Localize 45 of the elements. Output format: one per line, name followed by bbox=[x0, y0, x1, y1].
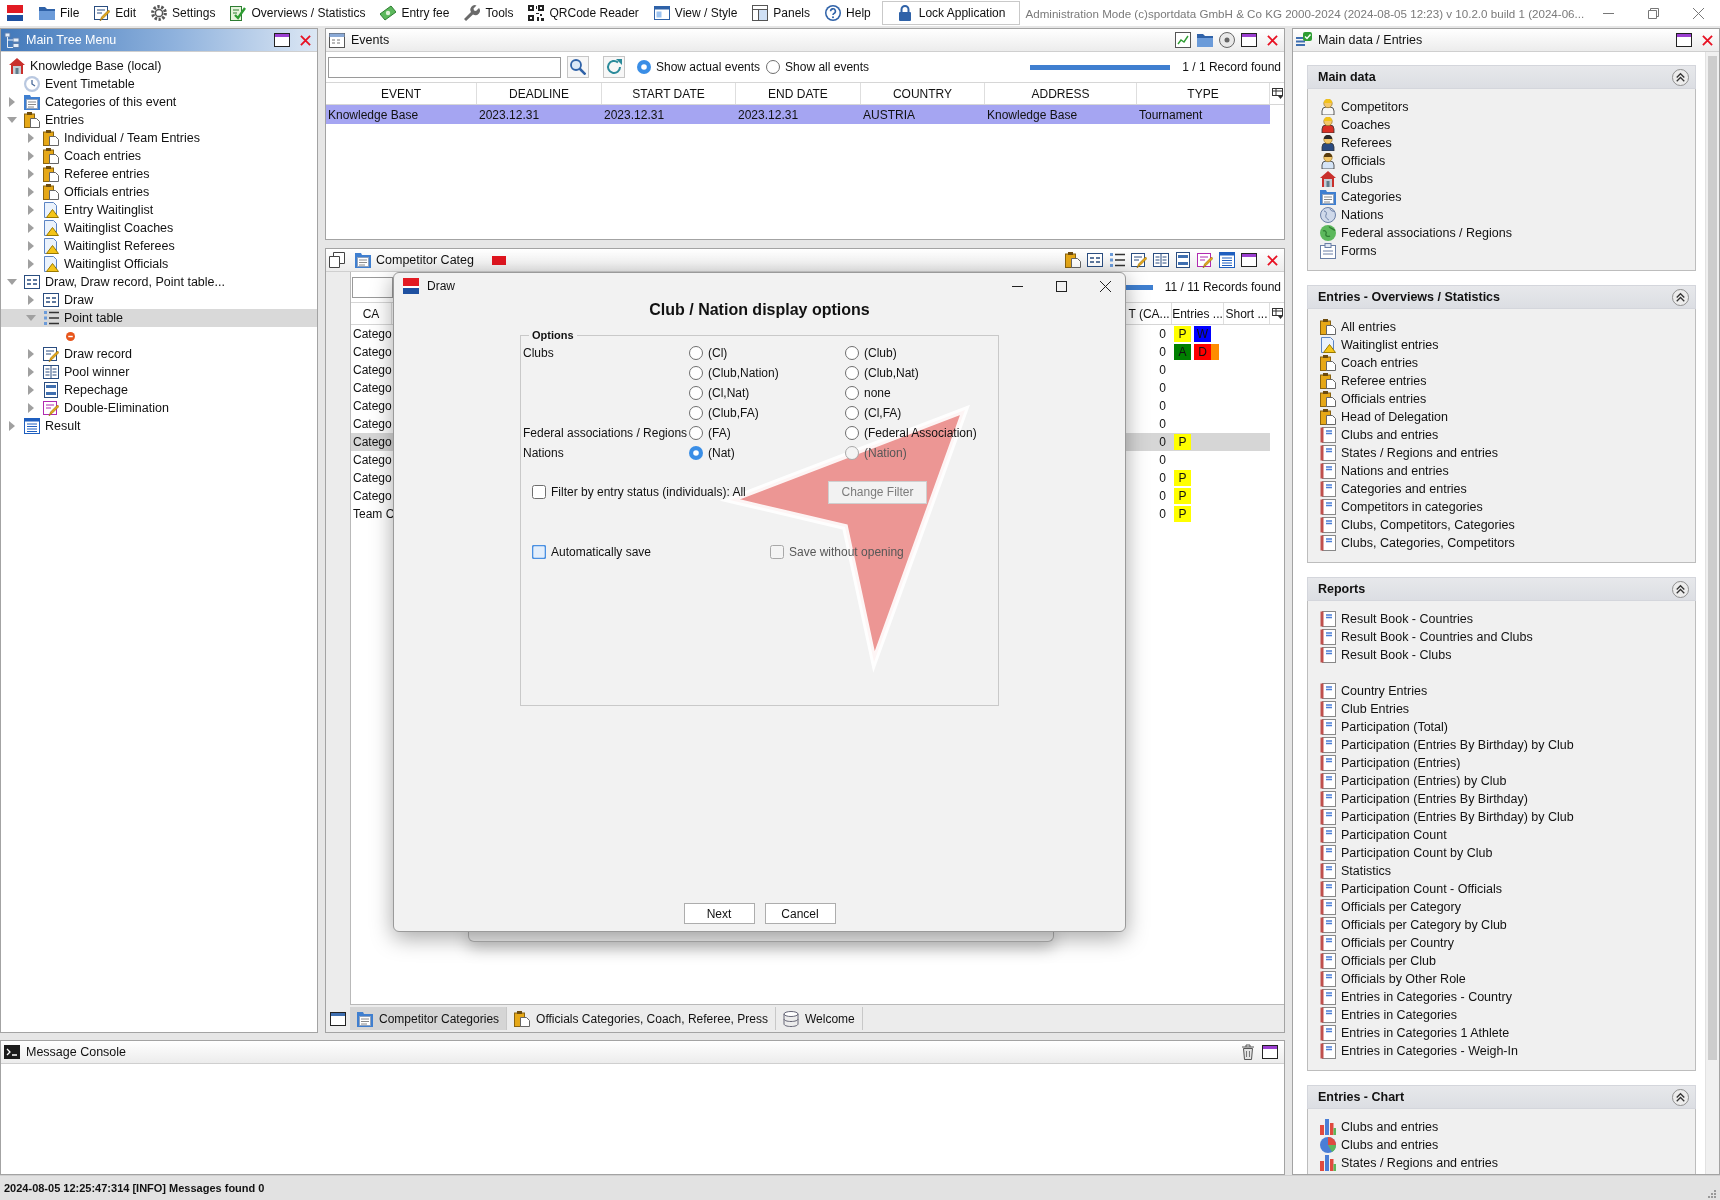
status-badge: D bbox=[1194, 344, 1211, 360]
status-badge: P bbox=[1174, 470, 1191, 486]
option-label: Nations bbox=[523, 446, 565, 460]
record-count: 1 / 1 Record found bbox=[1182, 60, 1282, 74]
section-title: Entries - Overviews / Statistics bbox=[1318, 290, 1501, 304]
table-cell-text: 0 bbox=[1158, 488, 1167, 505]
status-badge: P bbox=[1174, 434, 1191, 450]
table-cell-text: Knowledge Base bbox=[986, 106, 1079, 124]
record-count: 11 / 11 Records found bbox=[1164, 280, 1282, 294]
status-badge: W bbox=[1194, 326, 1211, 342]
panel-title: Main Tree Menu bbox=[26, 33, 117, 47]
panel-title: Main data / Entries bbox=[1318, 33, 1423, 47]
table-cell-text: Catego bbox=[352, 470, 392, 487]
dialog-title: Draw bbox=[427, 279, 455, 293]
group-title: Options bbox=[531, 329, 575, 341]
table-cell-text: Catego bbox=[352, 326, 392, 343]
table-cell-text: 0 bbox=[1158, 506, 1167, 523]
table-cell-text: 0 bbox=[1158, 344, 1167, 361]
status-badge: P bbox=[1174, 326, 1191, 342]
status-badge: P bbox=[1174, 488, 1191, 504]
table-cell-text: Catego bbox=[352, 344, 392, 361]
table-cell-text: 0 bbox=[1158, 470, 1167, 487]
table-cell-text: Catego bbox=[352, 488, 392, 505]
table-cell-text: Catego bbox=[352, 434, 392, 451]
table-cell-text: Knowledge Base bbox=[327, 106, 420, 124]
table-cell-text: AUSTRIA bbox=[862, 106, 916, 124]
panel-title: Message Console bbox=[26, 1045, 127, 1059]
table-cell-text: 2023.12.31 bbox=[737, 106, 800, 124]
table-cell-text: Team C bbox=[352, 506, 392, 523]
status-badge: P bbox=[1174, 506, 1191, 522]
section-title: Entries - Chart bbox=[1318, 1090, 1405, 1104]
table-cell-text: Tournament bbox=[1138, 106, 1204, 124]
table-cell-text: 2023.12.31 bbox=[603, 106, 666, 124]
table-cell-text: 0 bbox=[1158, 326, 1167, 343]
dialog-heading: Club / Nation display options bbox=[648, 300, 871, 320]
status-text: 2024-08-05 12:25:47:314 [INFO] Messages found 0 bbox=[4, 1182, 265, 1194]
panel-title: Events bbox=[351, 33, 390, 47]
section-title: Reports bbox=[1318, 582, 1366, 596]
status-badge: A bbox=[1174, 344, 1191, 360]
option-label: Federal associations / Regions bbox=[523, 426, 689, 440]
option-label: Clubs bbox=[523, 346, 555, 360]
table-cell-text: 2023.12.31 bbox=[478, 106, 541, 124]
table-cell-text: 0 bbox=[1158, 434, 1167, 451]
section-title: Main data bbox=[1318, 70, 1376, 84]
version-info: Administration Mode (c)sportdata GmbH & Co KG 2000-2024 (2024-08-05 12:23) v 10.2.0 build 1 (2024-06... bbox=[1025, 6, 1585, 20]
